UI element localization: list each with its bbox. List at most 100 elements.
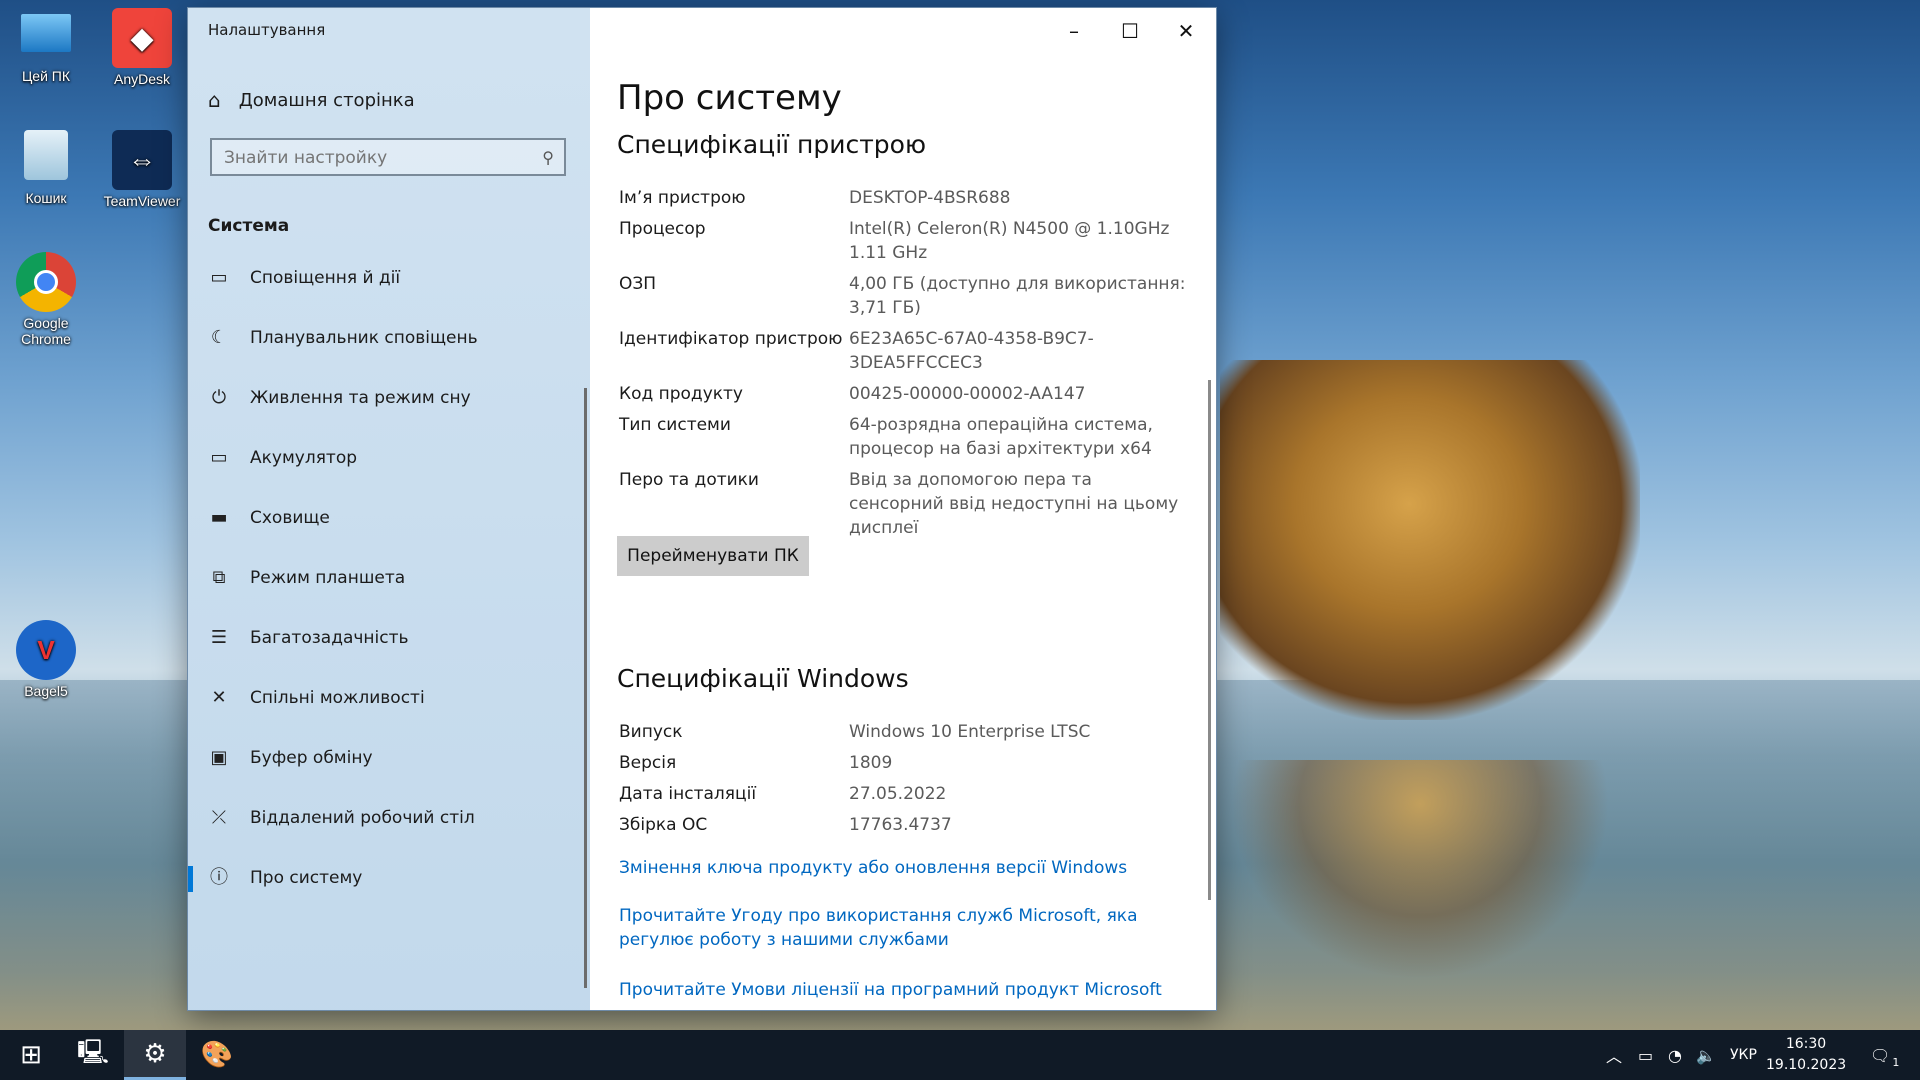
remote-icon: ⤫ xyxy=(211,807,227,828)
services-agreement-link[interactable]: Прочитайте Угоду про використання служб … xyxy=(619,904,1179,952)
spec-key: Випуск xyxy=(619,722,683,742)
desktop-icon-anydesk[interactable]: ◆ AnyDesk xyxy=(96,8,188,87)
spec-value: 27.05.2022 xyxy=(849,784,947,804)
search-icon[interactable]: ⚲ xyxy=(542,148,554,167)
sidebar-item-multitasking[interactable]: ☰ Багатозадачність xyxy=(188,608,590,668)
tray-network[interactable]: ◔ xyxy=(1668,1030,1682,1080)
minimize-button[interactable]: – xyxy=(1046,8,1102,54)
desktop-icon-chrome[interactable]: Google Chrome xyxy=(0,252,92,347)
home-link[interactable]: ⌂ Домашня сторінка xyxy=(208,88,415,112)
spec-value: Ввід за допомогою пера та сенсорний ввід… xyxy=(849,470,1179,538)
spec-key: Ідентифікатор пристрою xyxy=(619,329,843,349)
sidebar-item-power[interactable]: ⏻ Живлення та режим сну xyxy=(188,368,590,428)
tray-expand[interactable]: ︿ xyxy=(1606,1030,1622,1080)
sidebar-item-label: Сховище xyxy=(250,508,330,528)
tablet-icon: ⧉ xyxy=(212,567,226,588)
desktop-icon-bagel5[interactable]: V Bagel5 xyxy=(0,620,92,699)
desktop-rock xyxy=(1220,360,1640,720)
windows-specs-heading: Специфікації Windows xyxy=(617,664,909,693)
spec-key: Код продукту xyxy=(619,384,743,404)
search-box[interactable]: ⚲ xyxy=(210,138,566,176)
taskbar-app-network[interactable]: 🖳 xyxy=(62,1030,124,1080)
spec-row: Версія 1809 xyxy=(619,751,1189,775)
taskbar-app-settings[interactable]: ⚙ xyxy=(124,1030,186,1080)
device-specs-table: Ім’я пристрою DESKTOP-4BSR688 Процесор Int… xyxy=(619,186,1189,547)
search-input[interactable] xyxy=(212,140,536,176)
spec-key: Процесор xyxy=(619,219,706,239)
anydesk-icon: ◆ xyxy=(112,8,172,68)
spec-row: ОЗП 4,00 ГБ (доступно для використання: 3… xyxy=(619,272,1189,320)
desktop-icon-this-pc[interactable]: Цей ПК xyxy=(0,8,92,84)
home-label: Домашня сторінка xyxy=(238,89,415,111)
desktop-rock-reflection xyxy=(1230,760,1610,980)
taskbar-app-paint[interactable]: 🎨 xyxy=(186,1030,248,1080)
gear-icon: ⚙ xyxy=(143,1038,167,1069)
spec-value: Intel(R) Celeron(R) N4500 @ 1.10GHz 1.11… xyxy=(849,219,1170,263)
spec-value: 4,00 ГБ (доступно для використання: 3,71… xyxy=(849,274,1186,318)
info-icon: ⓘ xyxy=(210,867,228,888)
sidebar-item-focus-assist[interactable]: ☾ Планувальник сповіщень xyxy=(188,308,590,368)
clock-time: 16:30 xyxy=(1785,1036,1827,1052)
spec-row: Ідентифікатор пристрою 6E23A65C-67A0-4358… xyxy=(619,327,1189,375)
sidebar-item-label: Режим планшета xyxy=(250,568,406,588)
desktop-icon-label: TeamViewer xyxy=(103,193,181,209)
license-terms-link[interactable]: Прочитайте Умови ліцензії на програмний … xyxy=(619,978,1179,1002)
change-product-key-link[interactable]: Змінення ключа продукту або оновлення ве… xyxy=(619,856,1179,880)
spec-key: Ім’я пристрою xyxy=(619,188,746,208)
close-icon: ✕ xyxy=(1177,19,1195,43)
settings-content: – ☐ ✕ Про систему Специфікації пристрою … xyxy=(590,8,1216,1010)
taskbar: ⊞ 🖳 ⚙ 🎨 ︿ ▭ ◔ 🔈 УКР 16:30 19.10.2023 🗨 1 xyxy=(0,1030,1920,1080)
spec-row: Ім’я пристрою DESKTOP-4BSR688 xyxy=(619,186,1189,210)
speaker-icon: 🔈 xyxy=(1696,1045,1716,1065)
tray-language[interactable]: УКР xyxy=(1730,1030,1757,1080)
spec-value: 64-розрядна операційна система, процесор… xyxy=(849,415,1153,459)
section-title: Система xyxy=(208,216,290,236)
action-center-button[interactable]: 🗨 1 xyxy=(1870,1030,1899,1080)
spec-key: Версія xyxy=(619,753,677,773)
sidebar-item-label: Сповіщення й дії xyxy=(250,268,401,288)
sidebar-item-remote-desktop[interactable]: ⤫ Віддалений робочий стіл xyxy=(188,788,590,848)
sidebar-item-tablet-mode[interactable]: ⧉ Режим планшета xyxy=(188,548,590,608)
sidebar-item-shared-experiences[interactable]: ✕ Спільні можливості xyxy=(188,668,590,728)
multitask-icon: ☰ xyxy=(210,627,228,648)
sidebar-item-notifications[interactable]: ▭ Сповіщення й дії xyxy=(188,248,590,308)
spec-key: Тип системи xyxy=(619,415,731,435)
sidebar-scrollbar[interactable] xyxy=(584,388,587,988)
tray-clock[interactable]: 16:30 19.10.2023 xyxy=(1766,1034,1846,1076)
desktop-icon-label: Bagel5 xyxy=(24,683,68,699)
window-title: Налаштування xyxy=(208,21,326,39)
maximize-button[interactable]: ☐ xyxy=(1102,8,1158,54)
sidebar-item-clipboard[interactable]: ▣ Буфер обміну xyxy=(188,728,590,788)
battery-icon: ▭ xyxy=(210,447,228,468)
spec-row: Дата інсталяції 27.05.2022 xyxy=(619,782,1189,806)
desktop-icon-label: Кошик xyxy=(25,190,67,206)
desktop-icon-recycle-bin[interactable]: Кошик xyxy=(0,130,92,206)
sidebar-item-label: Віддалений робочий стіл xyxy=(250,808,475,828)
computer-network-icon: 🖳 xyxy=(76,1037,110,1066)
desktop-icon-teamviewer[interactable]: ⇔ TeamViewer xyxy=(96,130,188,209)
content-scrollbar[interactable] xyxy=(1208,380,1211,900)
desktop-icon-label: Google Chrome xyxy=(21,315,71,347)
recycle-bin-icon xyxy=(24,130,68,180)
sidebar-item-storage[interactable]: ▬ Сховище xyxy=(188,488,590,548)
windows-specs-table: Випуск Windows 10 Enterprise LTSC Версія 1… xyxy=(619,720,1189,844)
clock-date: 19.10.2023 xyxy=(1766,1057,1847,1073)
desktop-icon-label: Цей ПК xyxy=(21,68,71,84)
spec-row: Перо та дотики Ввід за допомогою пера та … xyxy=(619,468,1189,540)
shared-icon: ✕ xyxy=(211,687,227,708)
spec-value: 6E23A65C-67A0-4358-B9C7-3DEA5FFCCEC3 xyxy=(849,329,1094,373)
spec-key: Перо та дотики xyxy=(619,470,759,490)
paint-icon: 🎨 xyxy=(200,1040,234,1070)
windows-logo-icon: ⊞ xyxy=(20,1040,42,1070)
sidebar-item-battery[interactable]: ▭ Акумулятор xyxy=(188,428,590,488)
spec-value: Windows 10 Enterprise LTSC xyxy=(849,722,1091,742)
start-button[interactable]: ⊞ xyxy=(0,1030,62,1080)
rename-pc-button[interactable]: Перейменувати ПК xyxy=(617,536,809,576)
tray-volume[interactable]: 🔈 xyxy=(1696,1030,1716,1080)
settings-sidebar: Налаштування ⌂ Домашня сторінка ⚲ Систем… xyxy=(188,8,590,1010)
spec-value: 1809 xyxy=(849,753,893,773)
tray-battery[interactable]: ▭ xyxy=(1638,1030,1653,1080)
sidebar-item-about[interactable]: ⓘ Про систему xyxy=(188,848,590,908)
close-button[interactable]: ✕ xyxy=(1158,8,1214,54)
chevron-up-icon: ︿ xyxy=(1606,1047,1623,1066)
